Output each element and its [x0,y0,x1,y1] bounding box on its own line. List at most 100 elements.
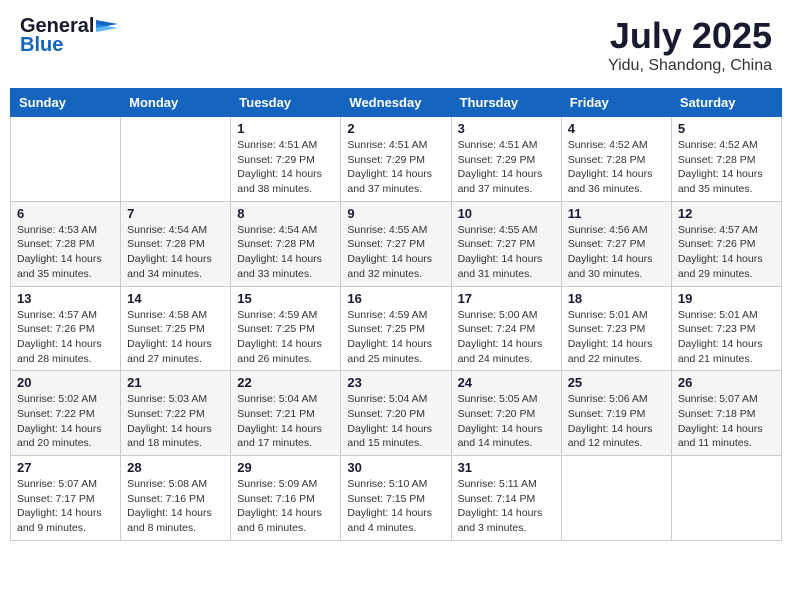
day-number: 6 [17,206,114,221]
calendar-cell: 16Sunrise: 4:59 AM Sunset: 7:25 PM Dayli… [341,286,451,371]
day-info: Sunrise: 4:59 AM Sunset: 7:25 PM Dayligh… [347,308,444,367]
calendar-cell: 21 Sunrise: 5:03 AM Sunset: 7:22 PM Dayli… [121,371,231,456]
calendar-cell: 30Sunrise: 5:10 AM Sunset: 7:15 PM Dayli… [341,456,451,541]
calendar-table: SundayMondayTuesdayWednesdayThursdayFrid… [10,88,782,541]
calendar-cell [11,117,121,202]
day-header-thursday: Thursday [451,89,561,117]
day-number: 5 [678,121,775,136]
day-number: 30 [347,460,444,475]
page-header: General Blue July 2025 Yidu, Shandong, C… [10,10,782,80]
calendar-week-row: 13 Sunrise: 4:57 AM Sunset: 7:26 PM Dayli… [11,286,782,371]
day-header-friday: Friday [561,89,671,117]
day-header-wednesday: Wednesday [341,89,451,117]
day-number: 11 [568,206,665,221]
calendar-week-row: 27 Sunrise: 5:07 AM Sunset: 7:17 PM Dayli… [11,456,782,541]
calendar-cell: 27 Sunrise: 5:07 AM Sunset: 7:17 PM Dayli… [11,456,121,541]
calendar-cell: 18 Sunrise: 5:01 AM Sunset: 7:23 PM Dayli… [561,286,671,371]
calendar-cell: 2Sunrise: 4:51 AM Sunset: 7:29 PM Daylig… [341,117,451,202]
day-number: 24 [458,375,555,390]
calendar-cell: 9Sunrise: 4:55 AM Sunset: 7:27 PM Daylig… [341,201,451,286]
day-info: Sunrise: 5:01 AM Sunset: 7:23 PM Dayligh… [568,308,665,367]
day-info: Sunrise: 4:51 AM Sunset: 7:29 PM Dayligh… [237,138,334,197]
day-info: Sunrise: 4:52 AM Sunset: 7:28 PM Dayligh… [678,138,775,197]
day-info: Sunrise: 4:54 AM Sunset: 7:28 PM Dayligh… [237,223,334,282]
day-info: Sunrise: 5:02 AM Sunset: 7:22 PM Dayligh… [17,392,114,451]
day-number: 31 [458,460,555,475]
calendar-cell [121,117,231,202]
calendar-cell: 31 Sunrise: 5:11 AM Sunset: 7:14 PM Dayli… [451,456,561,541]
day-info: Sunrise: 5:03 AM Sunset: 7:22 PM Dayligh… [127,392,224,451]
day-info: Sunrise: 4:57 AM Sunset: 7:26 PM Dayligh… [678,223,775,282]
day-number: 17 [458,291,555,306]
calendar-cell: 22 Sunrise: 5:04 AM Sunset: 7:21 PM Dayli… [231,371,341,456]
day-info: Sunrise: 5:07 AM Sunset: 7:17 PM Dayligh… [17,477,114,536]
day-header-sunday: Sunday [11,89,121,117]
day-header-monday: Monday [121,89,231,117]
day-number: 13 [17,291,114,306]
calendar-cell: 15 Sunrise: 4:59 AM Sunset: 7:25 PM Dayli… [231,286,341,371]
calendar-cell: 29 Sunrise: 5:09 AM Sunset: 7:16 PM Dayli… [231,456,341,541]
day-info: Sunrise: 5:00 AM Sunset: 7:24 PM Dayligh… [458,308,555,367]
day-number: 8 [237,206,334,221]
day-info: Sunrise: 4:59 AM Sunset: 7:25 PM Dayligh… [237,308,334,367]
calendar-cell: 28 Sunrise: 5:08 AM Sunset: 7:16 PM Dayli… [121,456,231,541]
day-number: 7 [127,206,224,221]
day-number: 21 [127,375,224,390]
day-info: Sunrise: 5:05 AM Sunset: 7:20 PM Dayligh… [458,392,555,451]
day-number: 28 [127,460,224,475]
calendar-cell: 17 Sunrise: 5:00 AM Sunset: 7:24 PM Dayli… [451,286,561,371]
day-number: 14 [127,291,224,306]
day-number: 23 [347,375,444,390]
calendar-cell [561,456,671,541]
day-number: 15 [237,291,334,306]
calendar-cell: 5 Sunrise: 4:52 AM Sunset: 7:28 PM Daylig… [671,117,781,202]
logo: General Blue [20,15,118,57]
day-number: 3 [458,121,555,136]
location-subtitle: Yidu, Shandong, China [608,57,772,75]
calendar-cell: 10Sunrise: 4:55 AM Sunset: 7:27 PM Dayli… [451,201,561,286]
calendar-week-row: 20Sunrise: 5:02 AM Sunset: 7:22 PM Dayli… [11,371,782,456]
calendar-cell: 8 Sunrise: 4:54 AM Sunset: 7:28 PM Daylig… [231,201,341,286]
day-info: Sunrise: 4:55 AM Sunset: 7:27 PM Dayligh… [347,223,444,282]
calendar-cell: 24 Sunrise: 5:05 AM Sunset: 7:20 PM Dayli… [451,371,561,456]
calendar-cell: 23 Sunrise: 5:04 AM Sunset: 7:20 PM Dayli… [341,371,451,456]
calendar-cell: 14 Sunrise: 4:58 AM Sunset: 7:25 PM Dayli… [121,286,231,371]
day-number: 1 [237,121,334,136]
day-number: 27 [17,460,114,475]
day-number: 18 [568,291,665,306]
day-info: Sunrise: 5:09 AM Sunset: 7:16 PM Dayligh… [237,477,334,536]
calendar-cell: 12Sunrise: 4:57 AM Sunset: 7:26 PM Dayli… [671,201,781,286]
day-info: Sunrise: 5:07 AM Sunset: 7:18 PM Dayligh… [678,392,775,451]
day-info: Sunrise: 4:53 AM Sunset: 7:28 PM Dayligh… [17,223,114,282]
day-number: 25 [568,375,665,390]
day-info: Sunrise: 5:08 AM Sunset: 7:16 PM Dayligh… [127,477,224,536]
calendar-cell: 3 Sunrise: 4:51 AM Sunset: 7:29 PM Daylig… [451,117,561,202]
day-number: 19 [678,291,775,306]
day-number: 4 [568,121,665,136]
calendar-week-row: 6 Sunrise: 4:53 AM Sunset: 7:28 PM Daylig… [11,201,782,286]
day-number: 22 [237,375,334,390]
calendar-cell: 4 Sunrise: 4:52 AM Sunset: 7:28 PM Daylig… [561,117,671,202]
day-info: Sunrise: 4:57 AM Sunset: 7:26 PM Dayligh… [17,308,114,367]
calendar-cell [671,456,781,541]
day-info: Sunrise: 4:51 AM Sunset: 7:29 PM Dayligh… [458,138,555,197]
title-block: July 2025 Yidu, Shandong, China [608,15,772,75]
day-info: Sunrise: 4:56 AM Sunset: 7:27 PM Dayligh… [568,223,665,282]
calendar-cell: 25 Sunrise: 5:06 AM Sunset: 7:19 PM Dayli… [561,371,671,456]
day-info: Sunrise: 4:52 AM Sunset: 7:28 PM Dayligh… [568,138,665,197]
calendar-header-row: SundayMondayTuesdayWednesdayThursdayFrid… [11,89,782,117]
calendar-cell: 26Sunrise: 5:07 AM Sunset: 7:18 PM Dayli… [671,371,781,456]
day-info: Sunrise: 5:11 AM Sunset: 7:14 PM Dayligh… [458,477,555,536]
calendar-cell: 7Sunrise: 4:54 AM Sunset: 7:28 PM Daylig… [121,201,231,286]
day-header-tuesday: Tuesday [231,89,341,117]
day-info: Sunrise: 5:06 AM Sunset: 7:19 PM Dayligh… [568,392,665,451]
day-info: Sunrise: 5:04 AM Sunset: 7:21 PM Dayligh… [237,392,334,451]
day-info: Sunrise: 5:01 AM Sunset: 7:23 PM Dayligh… [678,308,775,367]
calendar-cell: 13 Sunrise: 4:57 AM Sunset: 7:26 PM Dayli… [11,286,121,371]
day-info: Sunrise: 5:04 AM Sunset: 7:20 PM Dayligh… [347,392,444,451]
day-number: 10 [458,206,555,221]
day-info: Sunrise: 4:51 AM Sunset: 7:29 PM Dayligh… [347,138,444,197]
day-number: 29 [237,460,334,475]
day-info: Sunrise: 4:58 AM Sunset: 7:25 PM Dayligh… [127,308,224,367]
logo-blue-text: Blue [20,34,63,57]
